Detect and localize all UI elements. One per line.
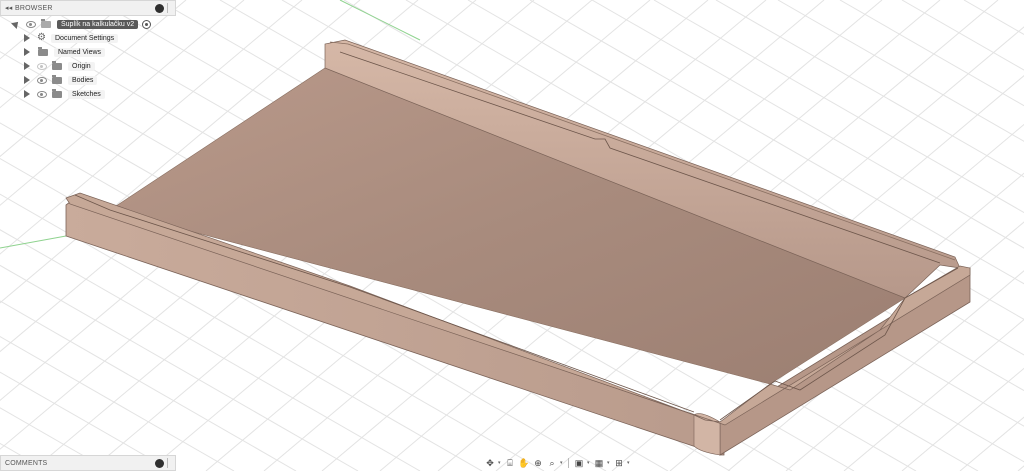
pin-icon[interactable] xyxy=(155,3,164,13)
orbit-icon[interactable]: ✥ xyxy=(484,457,496,469)
expand-triangle-icon[interactable] xyxy=(24,76,30,84)
tree-item-document-settings[interactable]: ⚙ Document Settings xyxy=(24,31,176,45)
display-settings-icon[interactable]: ▣ xyxy=(573,457,585,469)
expand-triangle-icon[interactable] xyxy=(24,62,30,70)
fit-icon[interactable]: ⌕ xyxy=(546,457,558,469)
folder-icon xyxy=(52,74,62,84)
collapse-icon[interactable]: ◂◂ xyxy=(5,4,15,12)
tree-item-label: Named Views xyxy=(54,47,106,57)
folder-icon xyxy=(52,88,62,98)
tree-item-label: Origin xyxy=(68,61,95,71)
tree-item-label: Document Settings xyxy=(51,33,119,43)
root-component-label[interactable]: Šuplík na kalkulačku v2 xyxy=(57,19,139,29)
browser-panel: ◂◂ BROWSER Šuplík na kalkulačku v2 ⚙ Doc… xyxy=(0,0,176,101)
component-icon xyxy=(41,18,51,28)
drawer-model xyxy=(65,39,971,456)
gear-icon: ⚙ xyxy=(37,32,46,43)
y-axis-line xyxy=(339,0,421,41)
zoom-icon[interactable]: ⊕ xyxy=(532,457,544,469)
chevron-down-icon[interactable]: ▾ xyxy=(560,460,564,466)
x-axis-line xyxy=(0,235,67,249)
tree-item-label: Sketches xyxy=(68,89,105,99)
divider xyxy=(167,3,168,13)
tree-root[interactable]: Šuplík na kalkulačku v2 xyxy=(11,17,176,31)
visibility-hidden-icon[interactable] xyxy=(37,62,47,70)
visibility-icon[interactable] xyxy=(37,90,47,98)
visibility-icon[interactable] xyxy=(26,20,36,28)
chevron-down-icon[interactable]: ▾ xyxy=(498,460,502,466)
tree-item-bodies[interactable]: Bodies xyxy=(24,73,176,87)
divider xyxy=(167,458,168,468)
visual-style-icon[interactable]: ▦ xyxy=(593,457,605,469)
expand-triangle-icon[interactable] xyxy=(24,90,30,98)
browser-header: ◂◂ BROWSER xyxy=(0,0,176,16)
comments-panel: COMMENTS xyxy=(0,455,176,471)
divider xyxy=(568,458,569,468)
pan-icon[interactable]: ✋ xyxy=(518,457,530,469)
grid-line xyxy=(963,0,1024,36)
comments-header: COMMENTS xyxy=(0,455,176,471)
grid-line xyxy=(1017,465,1024,471)
visibility-icon[interactable] xyxy=(37,76,47,84)
grid-line xyxy=(959,416,1024,471)
folder-icon xyxy=(52,60,62,70)
grid-settings-icon[interactable]: ⊞ xyxy=(613,457,625,469)
tree-item-origin[interactable]: Origin xyxy=(24,59,176,73)
tree-item-named-views[interactable]: Named Views xyxy=(24,45,176,59)
look-at-icon[interactable]: ⌸ xyxy=(504,457,516,469)
expand-triangle-icon[interactable] xyxy=(24,34,30,42)
expand-triangle-icon[interactable] xyxy=(24,48,30,56)
tree-item-sketches[interactable]: Sketches xyxy=(24,87,176,101)
add-comment-icon[interactable] xyxy=(155,458,164,468)
chevron-down-icon[interactable]: ▾ xyxy=(587,460,591,466)
chevron-down-icon[interactable]: ▾ xyxy=(607,460,611,466)
tree-item-label: Bodies xyxy=(68,75,98,85)
browser-title: BROWSER xyxy=(15,4,53,12)
chevron-down-icon[interactable]: ▾ xyxy=(627,460,631,466)
navigation-toolbar: ✥ ▾ ⌸ ✋ ⊕ ⌕ ▾ ▣ ▾ ▦ ▾ ⊞ ▾ xyxy=(484,456,631,470)
comments-title: COMMENTS xyxy=(5,459,48,467)
folder-icon xyxy=(38,46,48,56)
activate-radio-icon[interactable] xyxy=(142,19,152,29)
collapse-triangle-icon[interactable] xyxy=(11,19,21,29)
